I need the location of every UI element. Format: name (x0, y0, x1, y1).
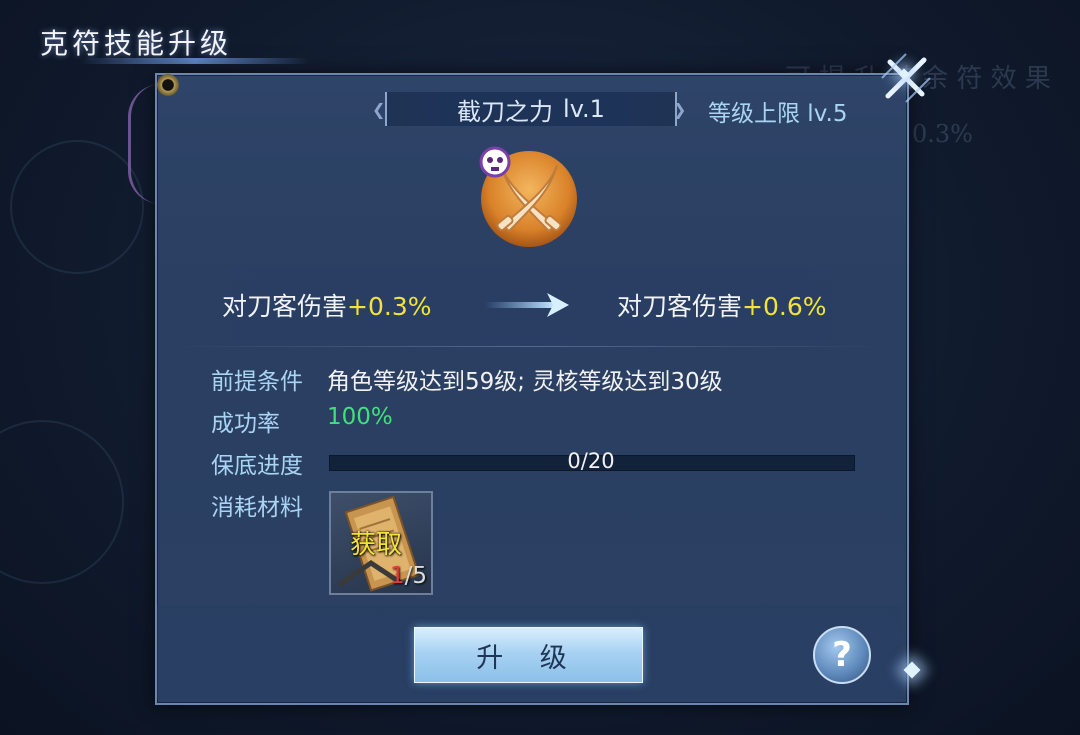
background-ring (0, 420, 124, 584)
material-need: /5 (404, 563, 428, 589)
next-stat-value: +0.6% (742, 292, 827, 321)
background-ghost-percent: 0.3% (912, 120, 973, 148)
current-stat-label: 对刀客伤害 (222, 292, 348, 321)
title-streak (80, 58, 310, 64)
upgrade-button[interactable]: 升 级 (414, 627, 643, 683)
current-stat: 对刀客伤害+0.3% (222, 287, 431, 323)
help-button[interactable]: ? (813, 626, 871, 684)
guarantee-progress-text: 0/20 (567, 449, 615, 473)
bar-right-ornament: ❯ (673, 100, 687, 119)
window-title: 克符技能升级 (40, 27, 233, 60)
close-button[interactable] (880, 52, 932, 104)
prerequisite-label: 前提条件 (211, 369, 303, 395)
material-get-link[interactable]: 获取 (350, 524, 402, 561)
success-rate-value: 100% (327, 404, 393, 430)
material-have: 1 (390, 563, 405, 589)
skill-icon (477, 145, 581, 249)
guarantee-progress-label: 保底进度 (211, 453, 303, 479)
skill-name: 截刀之力 (457, 97, 554, 126)
skill-level: lv.1 (563, 95, 605, 123)
skull-icon (479, 146, 511, 178)
bar-left-ornament: ❮ (372, 100, 386, 119)
help-icon: ? (832, 635, 852, 675)
prerequisite-value: 角色等级达到59级; 灵核等级达到30级 (327, 369, 723, 395)
divider (170, 346, 890, 347)
arrow-right-icon (485, 293, 569, 317)
close-icon (881, 53, 931, 103)
skill-name-bar: 截刀之力 lv.1 (385, 92, 677, 126)
material-label: 消耗材料 (211, 495, 303, 521)
level-cap: 等级上限 lv.5 (708, 101, 848, 127)
pin-icon (157, 74, 179, 96)
success-rate-label: 成功率 (211, 411, 280, 437)
next-stat-label: 对刀客伤害 (617, 292, 743, 321)
background-ring (10, 140, 144, 274)
current-stat-value: +0.3% (347, 292, 432, 321)
material-count: 1/5 (390, 563, 427, 589)
next-stat: 对刀客伤害+0.6% (617, 287, 826, 323)
